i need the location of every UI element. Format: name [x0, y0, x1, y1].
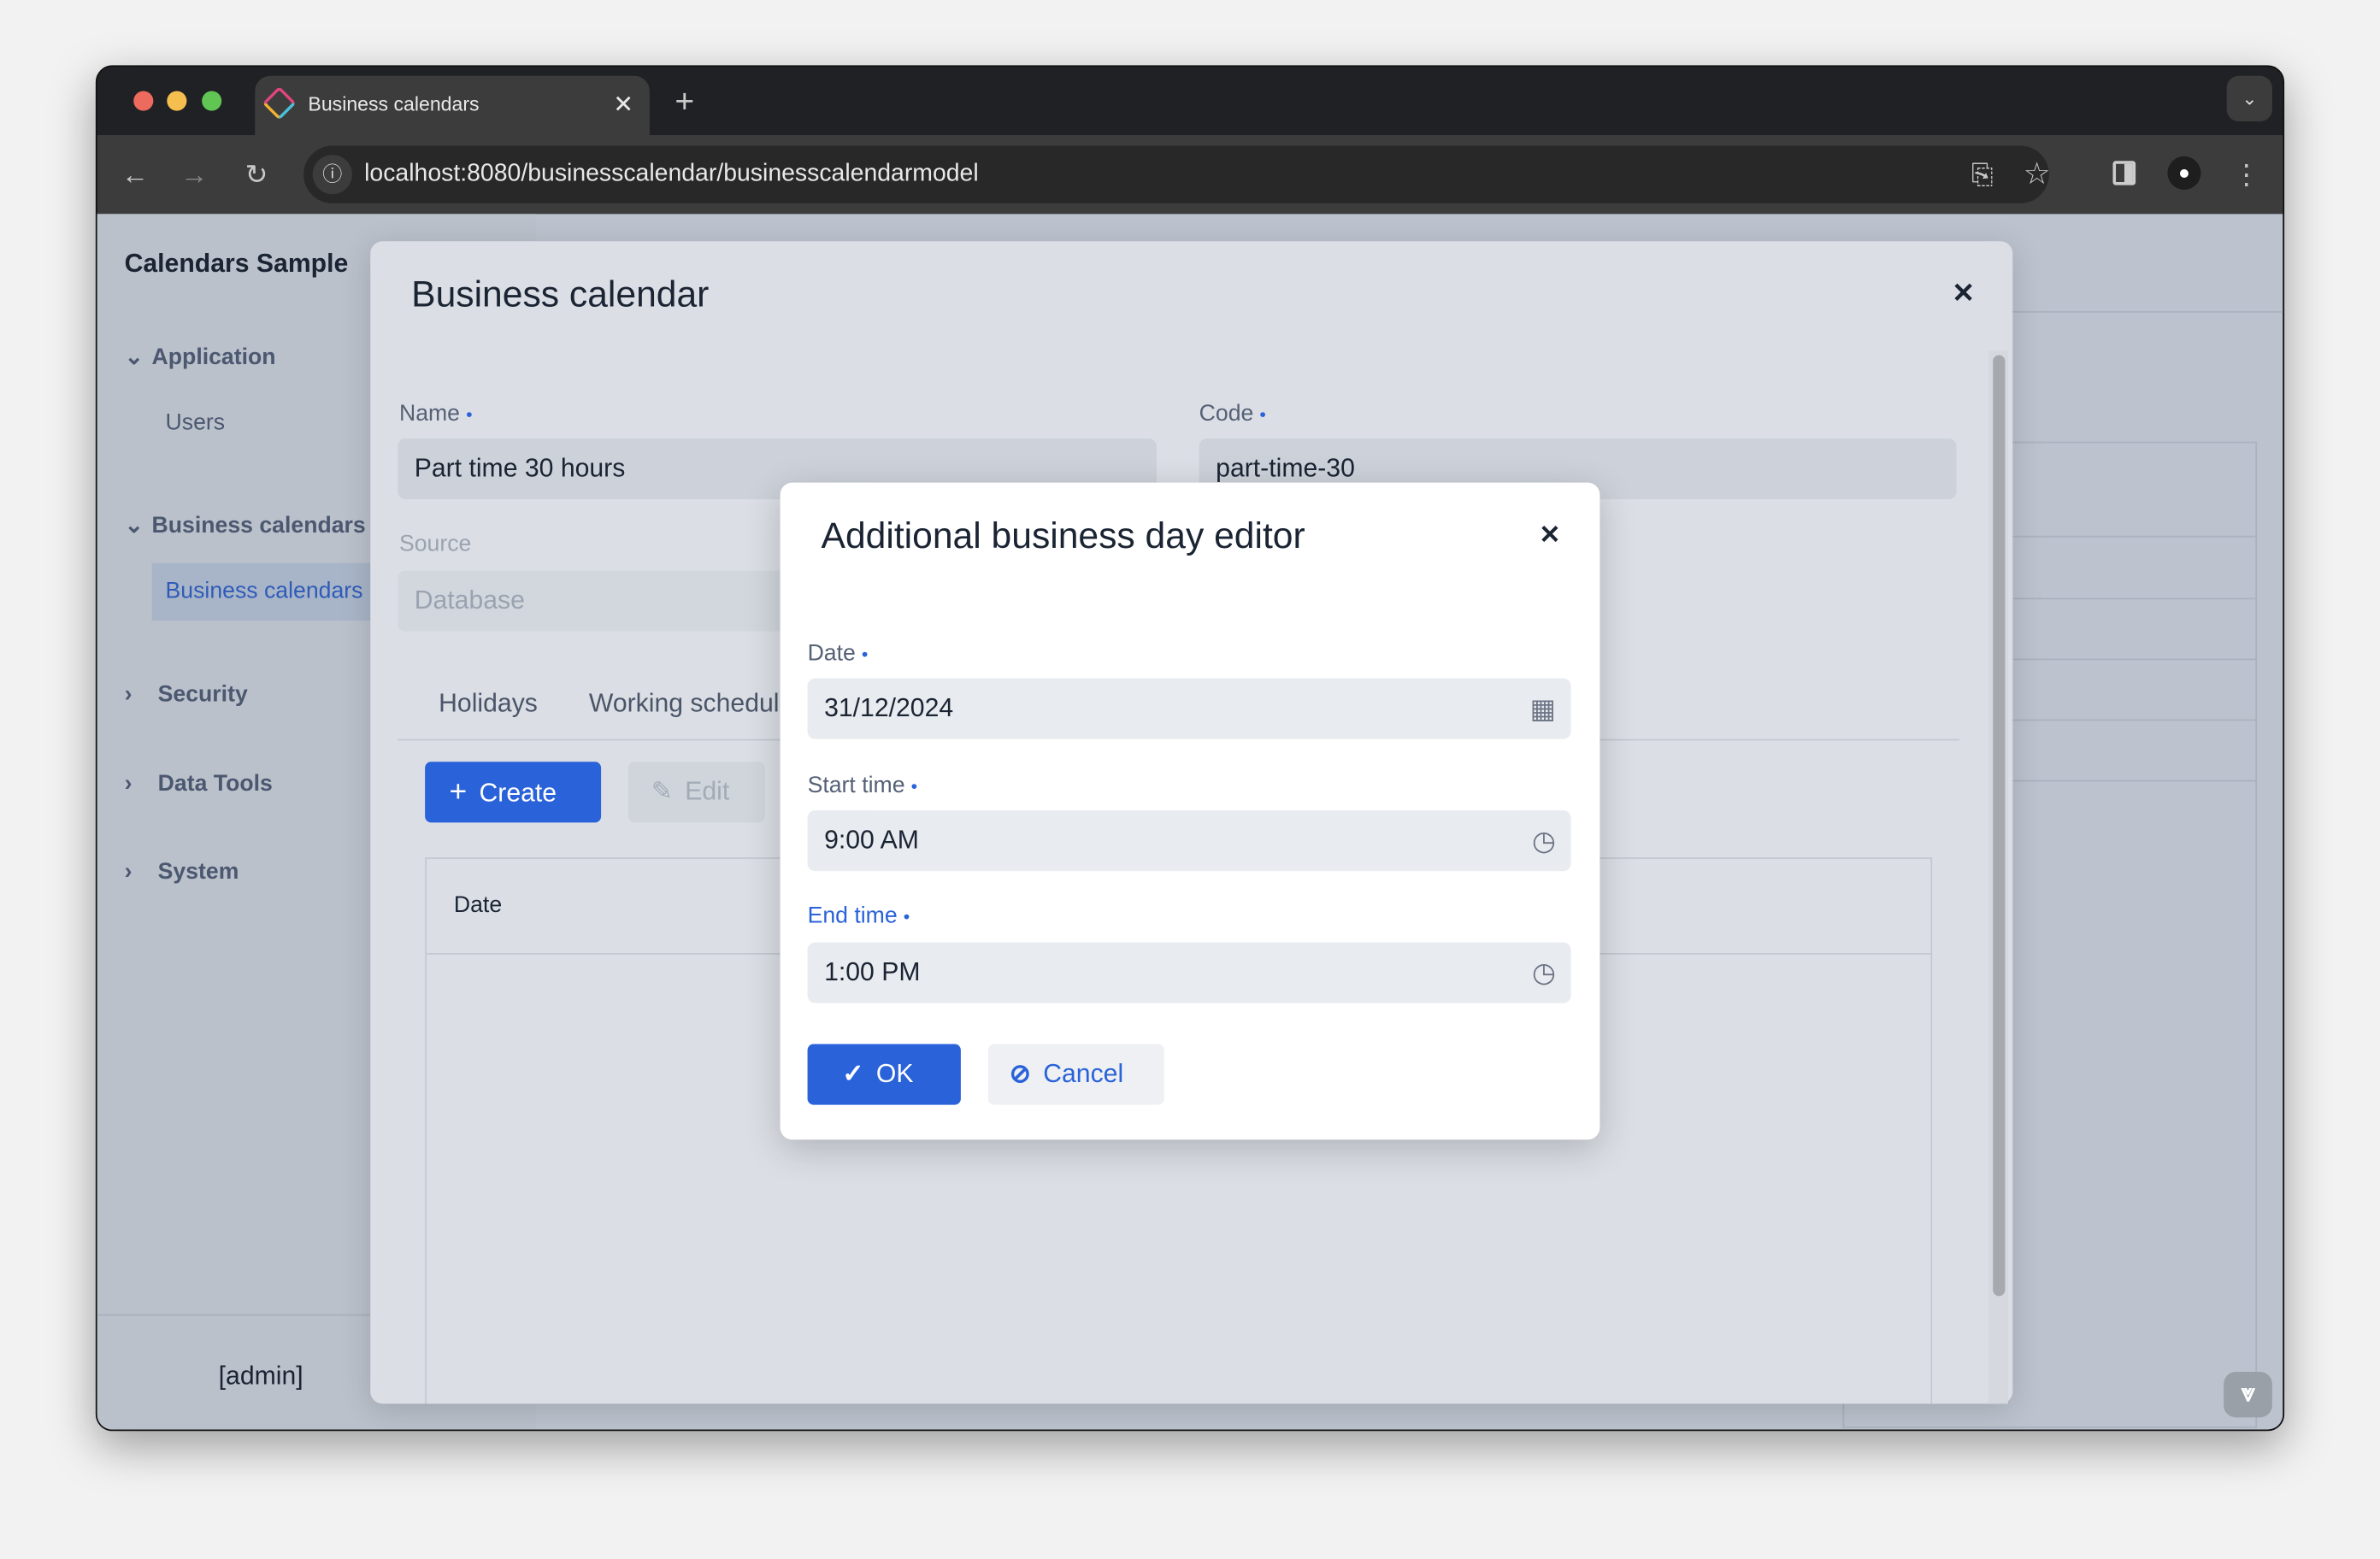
browser-tab[interactable]: Business calendars ✕ — [255, 75, 650, 137]
ok-button[interactable]: ✓ OK — [807, 1044, 961, 1105]
end-time-label: End time • — [807, 903, 910, 929]
tab-title: Business calendars — [308, 92, 480, 115]
sidebar-group-data-tools[interactable]: › Data Tools — [125, 771, 273, 797]
dev-tools-icon[interactable]: ⩔ — [2224, 1372, 2272, 1418]
edit-button: ✎ Edit — [628, 762, 765, 823]
new-tab-icon[interactable]: + — [666, 83, 703, 121]
close-window-button[interactable] — [133, 91, 154, 111]
close-icon[interactable]: ✕ — [1952, 278, 1975, 309]
code-label: Code • — [1199, 400, 1266, 427]
profile-icon[interactable]: ● — [2167, 156, 2201, 190]
scrollbar-thumb[interactable] — [1993, 355, 2006, 1297]
sidebar-group-security[interactable]: › Security — [125, 681, 248, 707]
cancel-circle-slash-icon: ⊘ — [1009, 1059, 1032, 1089]
chevron-right-icon: › — [124, 770, 133, 797]
sidebar-group-business-calendars[interactable]: ⌄ Business calendars — [125, 511, 366, 538]
start-time-input[interactable]: 9:00 AM ◷ — [807, 810, 1571, 872]
tab-strip: Business calendars ✕ + ⌄ — [97, 67, 2283, 137]
cancel-button[interactable]: ⊘ Cancel — [987, 1044, 1164, 1105]
start-time-label: Start time • — [807, 772, 918, 798]
close-icon[interactable]: ✕ — [1539, 521, 1560, 551]
date-input[interactable]: 31/12/2024 ▦ — [807, 678, 1571, 739]
app-title: Calendars Sample — [124, 249, 349, 278]
favicon-icon — [262, 85, 297, 121]
clock-icon[interactable]: ◷ — [1532, 943, 1556, 1003]
sidebar-item-users[interactable]: Users — [166, 409, 226, 435]
dialog-title: Business calendar — [411, 274, 710, 316]
calendar-icon[interactable]: ▦ — [1530, 679, 1556, 739]
checkmark-icon: ✓ — [842, 1059, 864, 1089]
chevron-right-icon: › — [124, 681, 133, 708]
reload-icon[interactable]: ↻ — [239, 156, 275, 193]
tab-search-chevron-icon[interactable]: ⌄ — [2226, 75, 2272, 122]
source-label: Source — [398, 531, 472, 557]
bookmark-star-icon[interactable]: ☆ — [2018, 156, 2055, 193]
tab-working-schedule[interactable]: Working schedule — [589, 689, 793, 720]
forward-icon[interactable]: → — [176, 156, 213, 193]
site-info-icon[interactable]: ⓘ — [312, 155, 352, 195]
additional-business-day-editor-dialog: Additional business day editor ✕ Date • 3… — [780, 482, 1600, 1140]
chevron-down-icon: ⌄ — [124, 344, 144, 371]
end-time-input[interactable]: 1:00 PM ◷ — [807, 942, 1571, 1003]
chevron-down-icon: ⌄ — [124, 513, 144, 539]
date-label: Date • — [807, 640, 869, 667]
sidebar-group-system[interactable]: › System — [125, 859, 239, 885]
back-icon[interactable]: ← — [117, 156, 154, 193]
menu-kebab-icon[interactable]: ⋮ — [2228, 156, 2265, 193]
install-app-icon[interactable]: ⎘ — [1964, 156, 2000, 193]
tab-holidays[interactable]: Holidays — [439, 689, 538, 720]
sidebar-group-application[interactable]: ⌄ Application — [125, 343, 276, 370]
create-button[interactable]: + Create — [425, 762, 602, 823]
chevron-right-icon: › — [124, 858, 133, 885]
browser-toolbar: ← → ↻ ⓘ localhost:8080/businesscalendar/… — [97, 135, 2283, 215]
side-panel-icon[interactable] — [2112, 161, 2136, 185]
minimize-window-button[interactable] — [167, 91, 187, 111]
clock-icon[interactable]: ◷ — [1532, 810, 1556, 871]
dialog-title: Additional business day editor — [821, 515, 1305, 557]
url-text[interactable]: localhost:8080/businesscalendar/business… — [364, 161, 979, 188]
close-tab-icon[interactable]: ✕ — [613, 90, 633, 121]
scrollbar-track[interactable] — [1988, 350, 2008, 1404]
address-bar[interactable]: ⓘ localhost:8080/businesscalendar/busine… — [303, 145, 2051, 203]
pencil-icon: ✎ — [651, 777, 673, 806]
name-label: Name • — [398, 400, 473, 427]
plus-icon: + — [449, 775, 468, 809]
current-user: [admin] — [218, 1361, 303, 1391]
maximize-window-button[interactable] — [202, 91, 222, 111]
